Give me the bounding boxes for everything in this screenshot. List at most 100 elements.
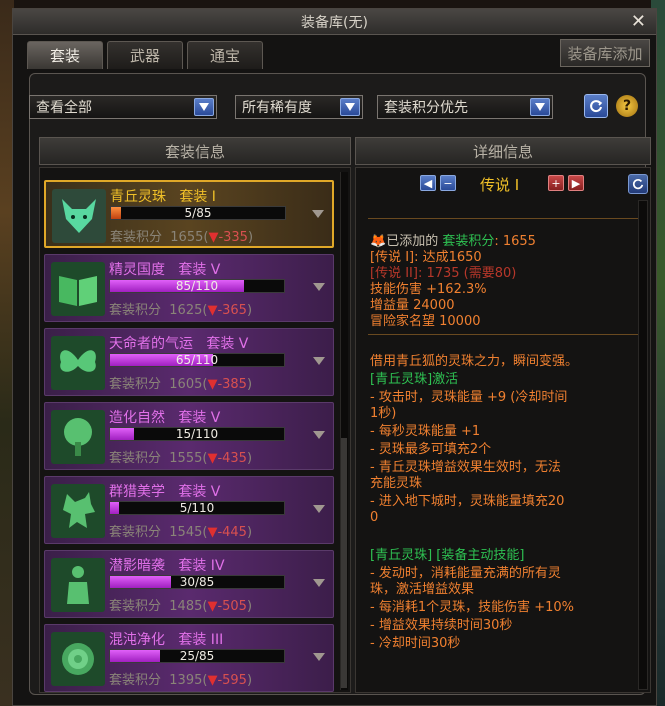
divider — [368, 334, 638, 335]
set-info-header: 套装信息 — [39, 137, 351, 165]
tier-plus-icon[interactable]: + — [548, 175, 564, 191]
set-score: 套装积分 1605(▼-385) — [109, 377, 253, 392]
desc-line: 充能灵珠 — [370, 476, 423, 491]
tier-selector: ◀ − 传说 I + ▶ — [356, 172, 652, 196]
expand-arrow-icon[interactable] — [313, 653, 325, 661]
tab-bar: 套装 武器 通宝 — [27, 41, 263, 69]
set-progress-bar: 15/110 — [109, 427, 285, 441]
sort-value: 套装积分优先 — [384, 100, 468, 116]
wolf-icon — [51, 484, 105, 538]
stat-fame: 冒险家名望 10000 — [370, 314, 481, 329]
set-item-shadow[interactable]: 潜影暗袭 套装 IV 30/85 套装积分 1485(▼-505) — [44, 550, 334, 618]
book-icon — [51, 262, 105, 316]
desc-line: - 每秒灵珠能量 +1 — [370, 424, 481, 439]
list-scrollbar-thumb[interactable] — [341, 438, 347, 688]
detail-refresh-icon[interactable] — [628, 174, 648, 194]
sort-select[interactable]: 套装积分优先 — [377, 95, 553, 119]
desc-line: 借用青丘狐的灵珠之力，瞬间变强。 — [370, 354, 579, 369]
chevron-down-icon[interactable] — [194, 98, 214, 116]
desc-line: - 攻击时，灵珠能量 +9 (冷却时间 — [370, 390, 568, 405]
expand-arrow-icon[interactable] — [313, 431, 325, 439]
set-score: 套装积分 1655(▼-335) — [110, 230, 254, 245]
tier-next: [传说 II]: 1735 (需要80) — [370, 266, 517, 281]
filter-bar: 查看全部 所有稀有度 套装积分优先 — [29, 95, 553, 119]
rose-icon — [51, 632, 105, 686]
set-score: 套装积分 1395(▼-595) — [109, 673, 253, 688]
view-filter-value: 查看全部 — [36, 100, 92, 116]
set-progress-bar: 30/85 — [109, 575, 285, 589]
desc-line: - 灵珠最多可填充2个 — [370, 442, 492, 457]
set-progress-bar: 5/110 — [109, 501, 285, 515]
close-icon[interactable]: ✕ — [631, 12, 646, 32]
set-name: 天命者的气运 套装 V — [109, 336, 249, 352]
tree-icon — [51, 410, 105, 464]
stat-skill-damage: 技能伤害 +162.3% — [370, 282, 487, 297]
rarity-filter-value: 所有稀有度 — [242, 100, 312, 116]
set-name: 青丘灵珠 套装 I — [110, 189, 216, 205]
expand-arrow-icon[interactable] — [313, 283, 325, 291]
set-name: 精灵国度 套装 V — [109, 262, 221, 278]
title-bar: 装备库(无) ✕ — [13, 9, 656, 35]
set-score: 套装积分 1545(▼-445) — [109, 525, 253, 540]
set-item-destiny[interactable]: 天命者的气运 套装 V 65/110 套装积分 1605(▼-385) — [44, 328, 334, 396]
detail-info-header: 详细信息 — [355, 137, 651, 165]
desc-line: 珠，激活增益效果 — [370, 582, 475, 597]
expand-arrow-icon[interactable] — [313, 357, 325, 365]
set-progress-bar: 65/110 — [109, 353, 285, 367]
set-item-elf[interactable]: 精灵国度 套装 V 85/110 套装积分 1625(▼-365) — [44, 254, 334, 322]
desc-line: 0 — [370, 510, 379, 525]
set-list: 青丘灵珠 套装 I 5/85 套装积分 1655(▼-335) 精灵国度 套装 … — [39, 167, 351, 693]
set-name: 群猎美学 套装 V — [109, 484, 221, 500]
set-name: 造化自然 套装 V — [109, 410, 221, 426]
tab-weapons[interactable]: 武器 — [107, 41, 183, 69]
stat-buff: 增益量 24000 — [370, 298, 455, 313]
expand-arrow-icon[interactable] — [312, 210, 324, 218]
set-name: 潜影暗袭 套装 IV — [109, 558, 225, 574]
desc-line: - 增益效果持续时间30秒 — [370, 618, 513, 633]
tier-achieved: [传说 I]: 达成1650 — [370, 250, 482, 265]
refresh-icon[interactable] — [584, 94, 608, 118]
divider — [368, 218, 638, 219]
equipment-vault-window: 装备库(无) ✕ 套装 武器 通宝 装备库添加 查看全部 所有稀有度 套装积分优… — [12, 8, 657, 706]
tier-prev-icon[interactable]: ◀ — [420, 175, 436, 191]
help-icon[interactable]: ? — [616, 95, 638, 117]
set-item-nature[interactable]: 造化自然 套装 V 15/110 套装积分 1555(▼-435) — [44, 402, 334, 470]
view-filter-select[interactable]: 查看全部 — [29, 95, 217, 119]
set-item-chaos[interactable]: 混沌净化 套装 III 25/85 套装积分 1395(▼-595) — [44, 624, 334, 692]
set-item-hunt[interactable]: 群猎美学 套装 V 5/110 套装积分 1545(▼-445) — [44, 476, 334, 544]
set-item-qingqiu[interactable]: 青丘灵珠 套装 I 5/85 套装积分 1655(▼-335) — [44, 180, 334, 248]
expand-arrow-icon[interactable] — [313, 505, 325, 513]
expand-arrow-icon[interactable] — [313, 579, 325, 587]
tab-sets[interactable]: 套装 — [27, 41, 103, 69]
set-progress-bar: 5/85 — [110, 206, 286, 220]
set-progress-bar: 25/85 — [109, 649, 285, 663]
figure-icon — [51, 558, 105, 612]
chevron-down-icon[interactable] — [530, 98, 550, 116]
chevron-down-icon[interactable] — [340, 98, 360, 116]
detail-panel: ◀ − 传说 I + ▶ 🦊已添加的 套装积分: 1655 [传说 I]: 达成… — [355, 167, 651, 693]
set-score: 套装积分 1625(▼-365) — [109, 303, 253, 318]
rarity-filter-select[interactable]: 所有稀有度 — [235, 95, 363, 119]
tab-treasure[interactable]: 通宝 — [187, 41, 263, 69]
set-score: 套装积分 1555(▼-435) — [109, 451, 253, 466]
added-score-line: 🦊已添加的 套装积分: 1655 — [370, 234, 536, 249]
desc-line: 1秒) — [370, 406, 397, 421]
desc-line: - 青丘灵珠增益效果生效时，无法 — [370, 460, 561, 475]
tier-label: 传说 I — [480, 176, 520, 194]
fox-small-icon: 🦊 — [370, 234, 387, 249]
fox-icon — [52, 189, 106, 243]
desc-line: - 冷却时间30秒 — [370, 636, 461, 651]
tier-next-icon[interactable]: ▶ — [568, 175, 584, 191]
desc-line: [青丘灵珠] [装备主动技能] — [370, 548, 525, 563]
desc-line: - 进入地下城时，灵珠能量填充20 — [370, 494, 565, 509]
set-score: 套装积分 1485(▼-505) — [109, 599, 253, 614]
desc-line: - 发动时，消耗能量充满的所有灵 — [370, 566, 561, 581]
tier-minus-icon[interactable]: − — [440, 175, 456, 191]
desc-line: [青丘灵珠]激活 — [370, 372, 459, 387]
butterfly-icon — [51, 336, 105, 390]
window-title: 装备库(无) — [301, 14, 368, 31]
desc-line: - 每消耗1个灵珠，技能伤害 +10% — [370, 600, 575, 615]
set-name: 混沌净化 套装 III — [109, 632, 224, 648]
set-progress-bar: 85/110 — [109, 279, 285, 293]
vault-add-button[interactable]: 装备库添加 — [560, 39, 650, 67]
